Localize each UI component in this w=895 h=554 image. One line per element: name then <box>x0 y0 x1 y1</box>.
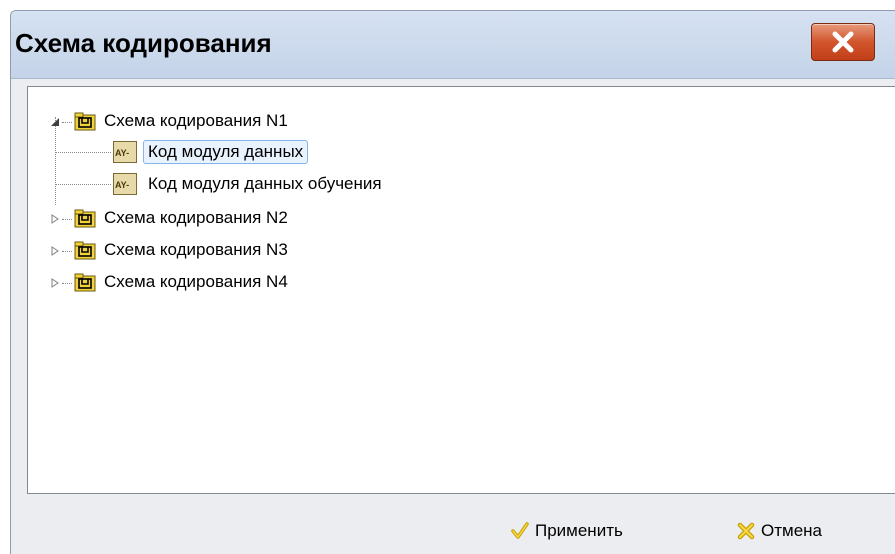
tree-view[interactable]: Схема кодирования N1 AY- Код модуля данн… <box>27 86 895 494</box>
coding-scheme-dialog: Схема кодирования Схема кодирования N1 A… <box>10 10 895 554</box>
checkmark-icon <box>511 522 529 539</box>
tree-node-label: Схема кодирования N1 <box>104 111 288 130</box>
folder-icon <box>74 209 96 228</box>
expand-triangle-icon[interactable] <box>50 214 60 224</box>
expand-triangle-icon[interactable] <box>50 278 60 288</box>
tree-connector <box>62 283 72 284</box>
cancel-button-label: Отмена <box>761 521 822 540</box>
tree-connector <box>62 122 72 123</box>
tree-node-label: Схема кодирования N2 <box>104 208 288 227</box>
tree-connector <box>62 251 72 252</box>
apply-button-label: Применить <box>535 521 623 540</box>
close-button[interactable] <box>811 23 875 61</box>
expand-triangle-icon[interactable] <box>50 246 60 256</box>
folder-icon <box>74 273 96 292</box>
tree-node-label: Схема кодирования N4 <box>104 272 288 291</box>
tree-node-label: Схема кодирования N3 <box>104 240 288 259</box>
tree-node-label-selected: Код модуля данных <box>143 140 309 164</box>
module-code-icon: AY- <box>113 141 137 163</box>
tree-connector <box>62 219 72 220</box>
apply-button[interactable]: Применить <box>511 521 623 541</box>
module-code-icon: AY- <box>113 173 137 195</box>
svg-text:AY-: AY- <box>115 148 129 158</box>
collapse-triangle-icon[interactable] <box>50 117 60 127</box>
title-bar[interactable]: Схема кодирования <box>11 11 895 79</box>
folder-icon <box>74 241 96 260</box>
cancel-button[interactable]: Отмена <box>737 521 822 541</box>
tree-connector <box>55 152 111 153</box>
dialog-title: Схема кодирования <box>15 28 272 58</box>
tree-node-label: Код модуля данных обучения <box>148 174 382 193</box>
cancel-x-icon <box>737 522 755 540</box>
tree-connector <box>55 184 111 185</box>
close-icon <box>832 31 854 53</box>
svg-text:AY-: AY- <box>115 180 129 190</box>
tree-connector <box>55 117 56 205</box>
folder-icon <box>74 112 96 131</box>
